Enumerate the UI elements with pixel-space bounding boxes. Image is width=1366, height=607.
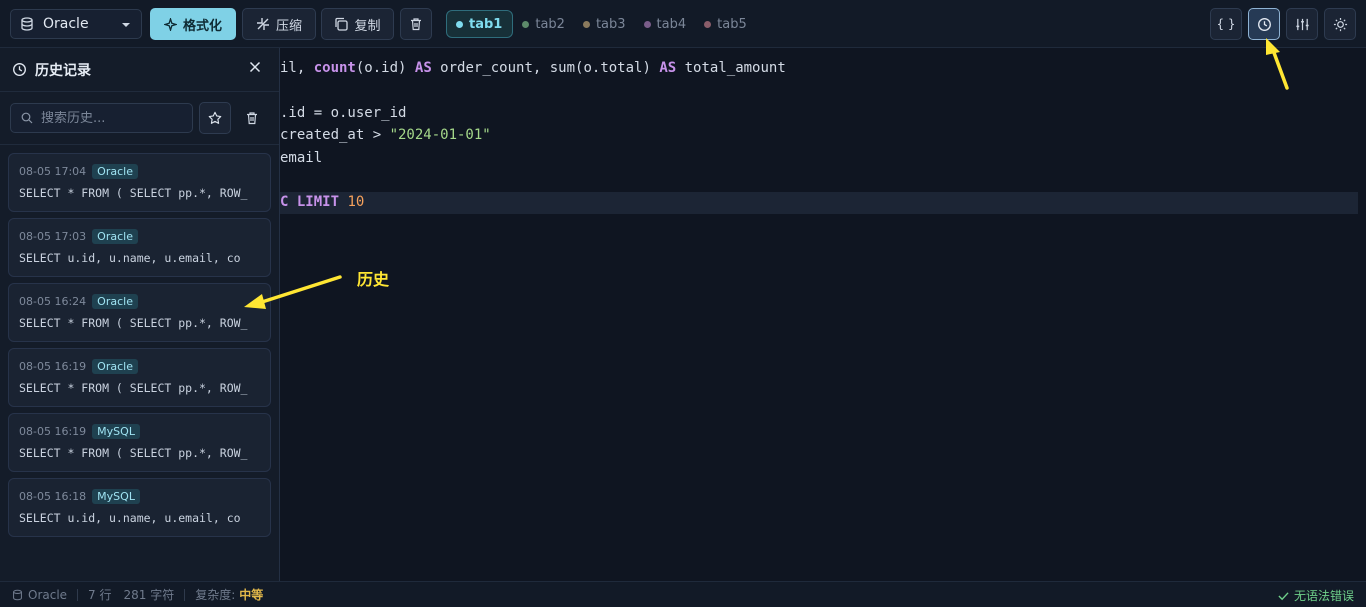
favorites-filter-button[interactable]: [199, 102, 231, 134]
tab-status-dot: [522, 20, 530, 28]
sun-icon: [1333, 17, 1348, 32]
clear-history-button[interactable]: [242, 108, 262, 128]
annotation-label: 历史: [357, 270, 390, 289]
star-icon: [208, 111, 222, 125]
code-line-5: email: [280, 150, 323, 166]
tab-label: tab4: [656, 16, 687, 32]
history-button[interactable]: [1248, 8, 1280, 40]
status-bar: Oracle 7 行 281 字符 复杂度: 中等 无语法错误: [0, 581, 1366, 607]
code-line-4: created_at > "2024-01-01": [280, 127, 491, 143]
history-item-db-badge: Oracle: [92, 359, 138, 374]
search-icon: [21, 112, 33, 124]
history-item-db-badge: Oracle: [92, 229, 138, 244]
settings-button[interactable]: [1286, 8, 1318, 40]
status-char-count: 281 字符: [123, 588, 175, 602]
history-search: [10, 103, 193, 133]
tab-status-dot: [704, 20, 712, 28]
current-line-highlight: [280, 192, 1358, 214]
history-panel-header: 历史记录: [0, 48, 279, 92]
history-item-db-badge: Oracle: [92, 294, 138, 309]
format-button-label: 格式化: [182, 18, 222, 34]
toolbar: Oracle 格式化 压缩 复制 tab1 tab2 tab3 tab4 tab…: [0, 0, 1366, 48]
database-select-label: Oracle: [43, 16, 89, 32]
syntax-status-label: 无语法错误: [1293, 589, 1354, 603]
history-item-sql: SELECT * FROM ( SELECT pp.*, ROW_: [19, 186, 248, 200]
history-item-db-badge: Oracle: [92, 164, 138, 179]
tab-1[interactable]: tab1: [446, 10, 514, 38]
tab-2[interactable]: tab2: [513, 10, 574, 38]
history-search-input[interactable]: [41, 110, 181, 126]
code-line-3: .id = o.user_id: [280, 105, 407, 121]
history-item-sql: SELECT * FROM ( SELECT pp.*, ROW_: [19, 316, 248, 330]
history-item-time: 08-05 16:24: [19, 295, 87, 308]
database-select[interactable]: Oracle: [10, 9, 142, 39]
history-item[interactable]: 08-05 16:18 MySQL SELECT u.id, u.name, u.…: [8, 478, 271, 537]
check-icon: [1278, 591, 1289, 601]
history-item-sql: SELECT * FROM ( SELECT pp.*, ROW_: [19, 446, 248, 460]
chevron-down-icon: [121, 21, 131, 29]
trash-icon: [409, 17, 423, 31]
history-item-sql: SELECT * FROM ( SELECT pp.*, ROW_: [19, 381, 248, 395]
status-line-count: 7 行: [88, 588, 112, 602]
database-icon: [20, 17, 34, 31]
divider: [77, 588, 79, 601]
history-item-db-badge: MySQL: [92, 424, 140, 439]
tab-4[interactable]: tab4: [635, 10, 696, 38]
history-icon: [1257, 17, 1272, 32]
history-item-time: 08-05 17:04: [19, 165, 87, 178]
history-item-time: 08-05 16:19: [19, 360, 87, 373]
compress-button[interactable]: 压缩: [242, 8, 316, 40]
history-item-time: 08-05 16:18: [19, 490, 87, 503]
history-panel: 历史记录 08-05 17:04 Oracle SELECT * FROM ( S…: [0, 48, 280, 581]
divider: [0, 144, 279, 145]
history-item-sql: SELECT u.id, u.name, u.email, co: [19, 511, 241, 525]
tab-status-dot: [456, 20, 463, 28]
braces-icon: { }: [1216, 17, 1236, 31]
settings-sliders-icon: [1295, 17, 1310, 32]
history-item-time: 08-05 16:19: [19, 425, 87, 438]
divider: [184, 588, 186, 601]
tab-3[interactable]: tab3: [574, 10, 635, 38]
tab-status-dot: [582, 20, 590, 28]
tab-label: tab2: [535, 16, 565, 32]
tab-label: tab1: [469, 16, 503, 32]
compress-button-label: 压缩: [275, 18, 302, 34]
status-database: Oracle: [28, 587, 68, 602]
history-item-time: 08-05 17:03: [19, 230, 87, 243]
history-item-sql: SELECT u.id, u.name, u.email, co: [19, 251, 241, 265]
clear-button[interactable]: [400, 8, 432, 40]
sql-editor[interactable]: il, count(o.id) AS order_count, sum(o.to…: [280, 48, 1366, 581]
compress-icon: [256, 17, 270, 31]
history-item[interactable]: 08-05 16:24 Oracle SELECT * FROM ( SELECT…: [8, 283, 271, 342]
history-item[interactable]: 08-05 17:04 Oracle SELECT * FROM ( SELECT…: [8, 153, 271, 212]
tab-label: tab3: [595, 16, 626, 32]
tab-bar: tab1 tab2 tab3 tab4 tab5: [446, 10, 756, 38]
copy-button-label: 复制: [354, 18, 381, 34]
code-line-7: C LIMIT 10: [280, 194, 365, 210]
json-button[interactable]: { }: [1210, 8, 1242, 40]
status-complexity-value: 中等: [239, 588, 264, 602]
sparkle-icon: [163, 17, 177, 31]
app-root: Oracle 格式化 压缩 复制 tab1 tab2 tab3 tab4 tab…: [0, 0, 1366, 607]
code-line-1: il, count(o.id) AS order_count, sum(o.to…: [280, 60, 786, 76]
status-complexity-label: 复杂度:: [195, 588, 236, 602]
format-button[interactable]: 格式化: [150, 8, 236, 40]
history-panel-title: 历史记录: [35, 62, 91, 79]
tab-5[interactable]: tab5: [695, 10, 756, 38]
history-item-db-badge: MySQL: [92, 489, 140, 504]
copy-icon: [334, 17, 349, 31]
close-icon[interactable]: [249, 61, 261, 73]
database-icon: [12, 589, 23, 601]
tab-status-dot: [643, 20, 651, 28]
syntax-status: 无语法错误: [1278, 587, 1354, 604]
history-item[interactable]: 08-05 17:03 Oracle SELECT u.id, u.name, u…: [8, 218, 271, 277]
history-item[interactable]: 08-05 16:19 Oracle SELECT * FROM ( SELECT…: [8, 348, 271, 407]
history-item[interactable]: 08-05 16:19 MySQL SELECT * FROM ( SELECT …: [8, 413, 271, 472]
tab-label: tab5: [717, 16, 747, 32]
history-icon: [12, 62, 27, 77]
trash-icon: [245, 111, 259, 125]
copy-button[interactable]: 复制: [321, 8, 394, 40]
theme-toggle-button[interactable]: [1324, 8, 1356, 40]
